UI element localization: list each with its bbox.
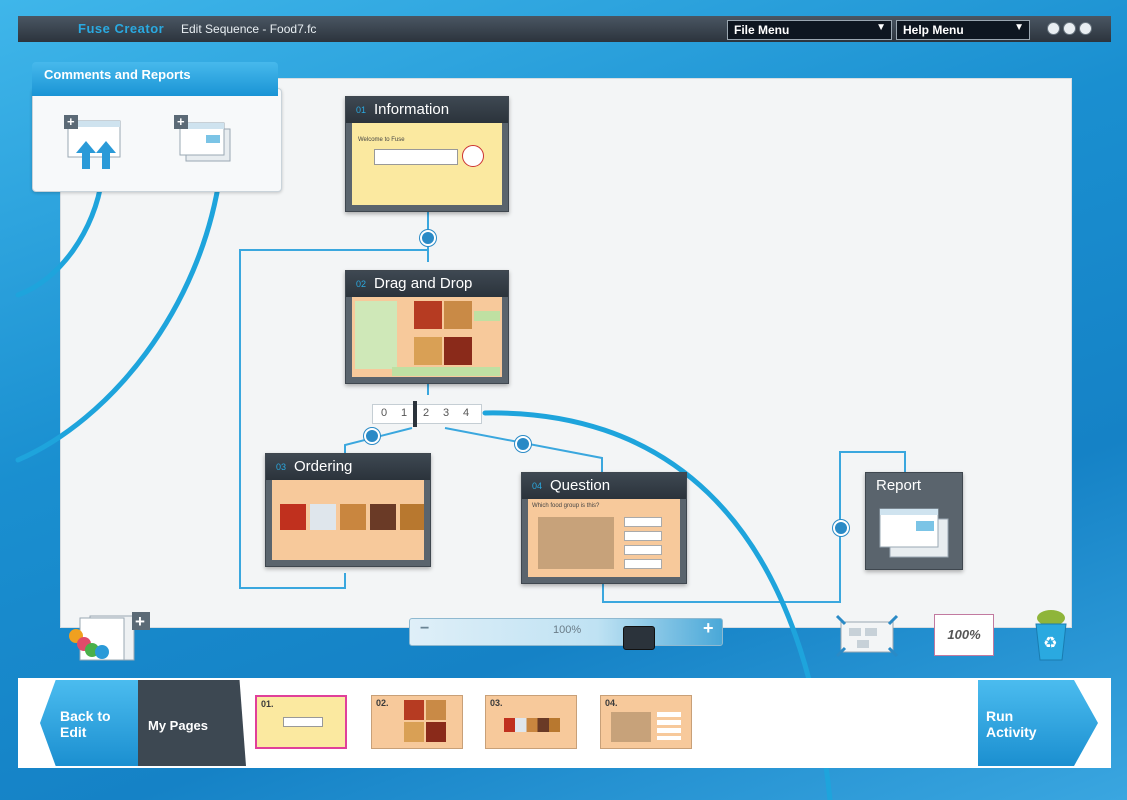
preview-food-image [414, 337, 442, 365]
page-thumbnail[interactable]: 02. [371, 695, 463, 749]
preview-drop-zone [474, 311, 500, 321]
preview-food-image [444, 337, 472, 365]
card-header: 04 Question [522, 473, 686, 499]
card-title: Question [550, 477, 611, 494]
page-thumbnail[interactable]: 03. [485, 695, 577, 749]
preview-food-image [414, 301, 442, 329]
comments-panel-title: Comments and Reports [32, 62, 278, 96]
card-number: 04 [532, 481, 543, 492]
add-page-icon[interactable]: + [66, 610, 152, 662]
preview-food-image [538, 517, 614, 569]
page-card-report[interactable]: Report [865, 472, 963, 570]
my-pages-tab[interactable]: My Pages [138, 680, 246, 766]
recycle-bin-icon[interactable]: ♻ [1030, 608, 1072, 662]
card-preview [352, 297, 502, 377]
preview-food-image [370, 504, 396, 530]
thumbnail-number: 01. [261, 699, 274, 709]
ruler-slider-handle[interactable] [413, 401, 417, 427]
back-to-edit-button[interactable]: Back to Edit [40, 680, 152, 766]
svg-text:+: + [177, 114, 185, 129]
branch-connector-icon[interactable] [420, 230, 436, 246]
preview-drop-zone [392, 367, 500, 376]
preview-food-image [310, 504, 336, 530]
card-header: 02 Drag and Drop [346, 271, 508, 297]
svg-text:+: + [67, 114, 75, 129]
thumbnail-number: 02. [376, 698, 389, 708]
report-preview-icon [879, 508, 949, 558]
branch-ruler[interactable]: 0 1 2 3 4 [372, 401, 482, 427]
preview-food-image [340, 504, 366, 530]
branch-connector-icon[interactable] [364, 428, 380, 444]
preview-textbox [374, 149, 458, 165]
page-card-question[interactable]: 04 Question Which food group is this? [521, 472, 687, 584]
arrange-layout-icon[interactable] [835, 614, 899, 658]
thumbnail-number: 04. [605, 698, 618, 708]
preview-food-image [400, 504, 424, 530]
preview-food-image [444, 301, 472, 329]
preview-question-text: Which food group is this? [532, 503, 600, 509]
card-title: Information [374, 101, 450, 118]
thumbnail-number: 03. [490, 698, 503, 708]
thumb-preview [611, 712, 651, 742]
card-header: 03 Ordering [266, 454, 430, 480]
preview-text: Welcome to Fuse [358, 137, 405, 143]
preview-answer-box [624, 517, 662, 527]
ruler-tick: 3 [443, 407, 450, 419]
card-header: Report [866, 473, 962, 499]
page-thumbnail[interactable]: 01. [255, 695, 347, 749]
preview-food-image [280, 504, 306, 530]
card-title: Report [876, 477, 922, 494]
ruler-tick: 0 [381, 407, 388, 419]
card-preview [272, 480, 424, 560]
thumb-preview [426, 722, 446, 742]
preview-answer-box [624, 559, 662, 569]
page-card-drag-and-drop[interactable]: 02 Drag and Drop [345, 270, 509, 384]
card-preview: Welcome to Fuse [352, 123, 502, 205]
page-card-information[interactable]: 01 Information Welcome to Fuse [345, 96, 509, 212]
ruler-tick: 1 [401, 407, 408, 419]
preview-image [462, 145, 484, 167]
preview-labels [355, 301, 397, 369]
preview-answer-box [624, 531, 662, 541]
card-title: Ordering [294, 458, 353, 475]
preview-answer-box [624, 545, 662, 555]
ruler-tick: 2 [423, 407, 430, 419]
card-header: 01 Information [346, 97, 508, 123]
thumb-preview [426, 700, 446, 720]
branch-connector-icon[interactable] [515, 436, 531, 452]
comment-tool-icon[interactable]: + [62, 113, 124, 171]
card-number: 01 [356, 105, 367, 116]
zoom-in-button[interactable]: + [703, 618, 714, 639]
zoom-out-button[interactable]: − [420, 620, 429, 638]
run-activity-button[interactable]: Run Activity [978, 680, 1098, 766]
card-number: 02 [356, 279, 367, 290]
branch-connector-icon[interactable] [833, 520, 849, 536]
thumb-preview [283, 717, 323, 727]
fit-to-100-button[interactable]: 100% [934, 614, 994, 656]
fit-label: 100% [947, 627, 981, 642]
card-preview: Which food group is this? [528, 499, 680, 577]
thumb-preview [504, 718, 560, 732]
thumb-preview [657, 712, 681, 740]
card-title: Drag and Drop [374, 275, 473, 292]
run-label-line1: Run [986, 708, 1014, 724]
zoom-slider-thumb[interactable] [623, 626, 655, 650]
report-tool-icon[interactable]: + [172, 113, 234, 171]
page-card-ordering[interactable]: 03 Ordering [265, 453, 431, 567]
ruler-tick: 4 [463, 407, 470, 419]
page-thumbnail[interactable]: 04. [600, 695, 692, 749]
thumb-preview [404, 722, 424, 742]
card-number: 03 [276, 462, 287, 473]
run-label-line2: Activity [986, 724, 1037, 740]
svg-text:♻: ♻ [1043, 633, 1057, 652]
thumb-preview [404, 700, 424, 720]
zoom-level: 100% [553, 624, 582, 636]
svg-text:+: + [135, 612, 145, 631]
